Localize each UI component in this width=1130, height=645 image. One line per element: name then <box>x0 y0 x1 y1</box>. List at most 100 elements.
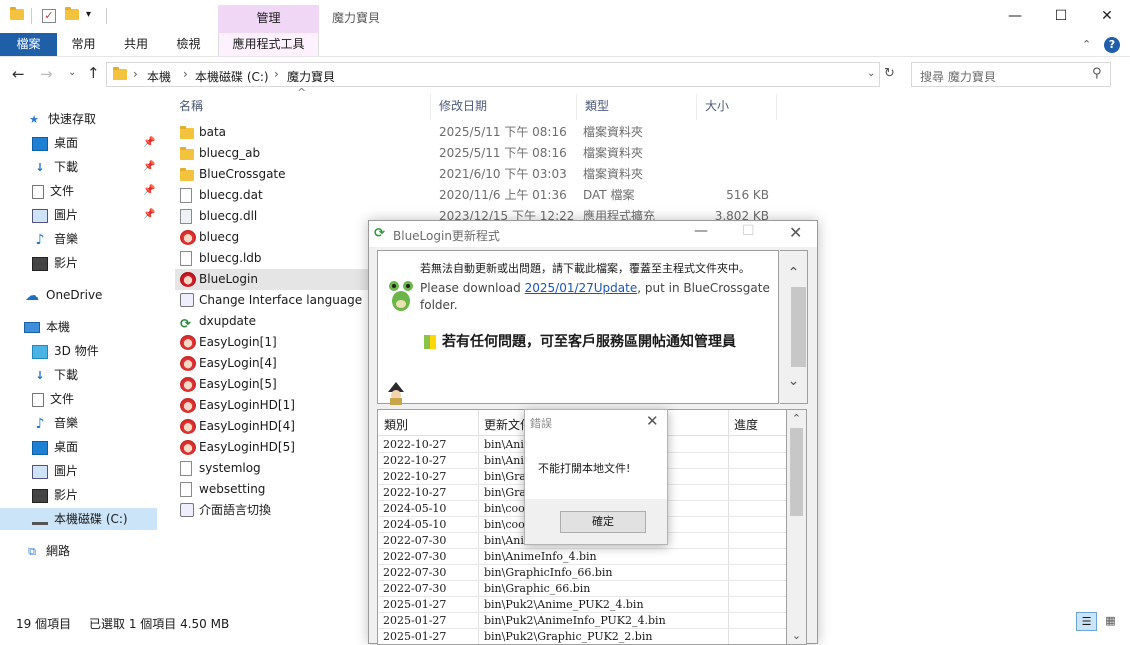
tab-app-tools[interactable]: 應用程式工具 <box>218 33 319 56</box>
row-file: bin\Puk2\AnimeInfo_PUK2_4.bin <box>484 614 666 627</box>
minimize-button[interactable]: — <box>694 223 708 239</box>
nav-quick-desktop[interactable]: 桌面 <box>32 132 78 154</box>
column-header-date[interactable]: 修改日期 <box>431 94 577 120</box>
maximize-button[interactable]: ☐ <box>1038 0 1084 32</box>
star-icon: ★ <box>29 112 39 126</box>
nav-videos[interactable]: 影片 <box>32 484 78 506</box>
nav-network[interactable]: ⧉ 網路 <box>24 540 70 562</box>
refresh-icon[interactable]: ↻ <box>884 66 895 81</box>
recent-chevron-icon[interactable]: ⌄ <box>68 67 76 78</box>
nav-desktop[interactable]: 桌面 <box>32 436 78 458</box>
table-scrollbar[interactable]: ⌃ ⌄ <box>787 409 807 645</box>
close-button[interactable]: ✕ <box>646 412 659 430</box>
tab-home[interactable]: 常用 <box>57 33 110 56</box>
close-button[interactable]: ✕ <box>1084 0 1130 32</box>
column-header-size[interactable]: 大小 <box>697 94 777 120</box>
tab-view[interactable]: 檢視 <box>162 33 215 56</box>
breadcrumb-this-pc[interactable]: 本機 <box>147 68 171 85</box>
breadcrumb-current-folder[interactable]: 魔力寶貝 <box>287 68 335 85</box>
tab-share[interactable]: 共用 <box>110 33 162 56</box>
new-folder-icon[interactable] <box>65 7 79 23</box>
nav-quick-access[interactable]: ★ 快速存取 <box>26 108 96 130</box>
column-header-name[interactable]: 名稱 <box>171 94 431 120</box>
breadcrumb-chevron-icon[interactable]: › <box>133 67 138 81</box>
column-header-type[interactable]: 類型 <box>577 94 697 120</box>
breadcrumb-chevron-icon[interactable]: › <box>274 67 279 81</box>
nav-quick-documents[interactable]: 文件 <box>32 180 74 202</box>
pin-icon[interactable]: 📌 <box>143 185 155 196</box>
tiles-view-icon[interactable]: ▦ <box>1100 612 1121 631</box>
scroll-thumb[interactable] <box>791 287 806 367</box>
nav-downloads[interactable]: ↓ 下載 <box>32 364 78 386</box>
ribbon-context-label: 管理 <box>218 5 319 33</box>
nav-onedrive[interactable]: ☁ OneDrive <box>24 284 102 306</box>
file-row[interactable]: BlueLogin <box>175 269 375 290</box>
bluelogin-icon <box>180 272 196 287</box>
nav-documents[interactable]: 文件 <box>32 388 74 410</box>
desktop-icon <box>32 136 48 151</box>
error-title: 錯誤 <box>530 417 552 430</box>
document-icon <box>32 184 44 199</box>
table-header-category[interactable]: 類別 <box>384 416 408 433</box>
file-name: websetting <box>199 482 266 496</box>
maximize-button[interactable]: ☐ <box>742 223 755 239</box>
folder-icon <box>180 146 196 161</box>
up-arrow-icon[interactable]: ↑ <box>87 64 100 82</box>
row-date: 2025-01-27 <box>383 598 447 611</box>
bluelogin-title-bar: ⟳ BlueLogin更新程式 — ☐ ✕ <box>369 221 817 247</box>
forward-arrow-icon[interactable]: → <box>40 65 53 83</box>
breadcrumb-local-disk[interactable]: 本機磁碟 (C:) <box>195 68 269 85</box>
scroll-down-icon[interactable]: ⌄ <box>787 629 806 642</box>
nav-this-pc[interactable]: 本機 <box>24 316 70 338</box>
desktop-icon <box>32 440 48 455</box>
details-view-icon[interactable]: ☰ <box>1076 612 1097 631</box>
game-icon <box>180 440 196 455</box>
scroll-thumb[interactable] <box>790 428 803 516</box>
breadcrumb-chevron-icon[interactable]: › <box>183 67 188 81</box>
separator <box>31 8 32 24</box>
table-header-progress[interactable]: 進度 <box>734 416 758 433</box>
pin-icon[interactable]: 📌 <box>143 209 155 220</box>
scroll-up-icon[interactable]: ⌃ <box>780 265 807 281</box>
file-row[interactable]: bluecg.dat 2020/11/6 上午 01:36 DAT 檔案 516 KB <box>175 185 769 206</box>
message-scrollbar[interactable]: ⌃ ⌄ <box>780 250 808 404</box>
properties-icon[interactable]: ✓ <box>42 9 56 23</box>
scroll-down-icon[interactable]: ⌄ <box>780 373 807 389</box>
scroll-up-icon[interactable]: ⌃ <box>787 412 806 425</box>
minimize-button[interactable]: — <box>992 0 1038 32</box>
window-title: 魔力寶貝 <box>332 11 381 25</box>
file-row[interactable]: bluecg_ab 2025/5/11 下午 08:16 檔案資料夾 <box>175 143 735 164</box>
nav-local-disk[interactable]: 本機磁碟 (C:) <box>0 508 157 530</box>
table-row: 2022-07-30 bin\AnimeInfo_4.bin <box>378 549 786 565</box>
settings-icon <box>180 503 196 518</box>
file-type: 檔案資料夾 <box>583 167 644 181</box>
row-date: 2025-01-27 <box>383 630 447 643</box>
nav-quick-videos[interactable]: 影片 <box>32 252 78 274</box>
ok-button[interactable]: 確定 <box>560 511 646 533</box>
pin-icon[interactable]: 📌 <box>143 161 155 172</box>
nav-pictures[interactable]: 圖片 <box>32 460 78 482</box>
file-name: systemlog <box>199 461 261 475</box>
cube-icon <box>32 344 48 359</box>
nav-3d-objects[interactable]: 3D 物件 <box>32 340 99 362</box>
help-icon[interactable]: ? <box>1104 37 1120 53</box>
search-input[interactable]: 搜尋 魔力寶貝 ⚲ <box>911 62 1111 87</box>
nav-quick-music[interactable]: ♪ 音樂 <box>32 228 78 250</box>
pin-icon[interactable]: 📌 <box>143 137 155 148</box>
nav-music[interactable]: ♪ 音樂 <box>32 412 78 434</box>
chevron-down-icon[interactable]: ▾ <box>86 9 100 23</box>
file-row[interactable]: bata 2025/5/11 下午 08:16 檔案資料夾 <box>175 122 735 143</box>
nav-quick-downloads[interactable]: ↓ 下載 <box>32 156 78 178</box>
file-row[interactable]: BlueCrossgate 2021/6/10 下午 03:03 檔案資料夾 <box>175 164 735 185</box>
download-link[interactable]: 2025/01/27Update <box>525 281 638 295</box>
row-date: 2024-05-10 <box>383 502 447 515</box>
back-arrow-icon[interactable]: ← <box>12 65 25 83</box>
close-button[interactable]: ✕ <box>789 223 802 242</box>
address-dropdown-icon[interactable]: ⌄ <box>867 68 875 79</box>
tab-file[interactable]: 檔案 <box>0 33 57 56</box>
nav-quick-pictures[interactable]: 圖片 <box>32 204 78 226</box>
address-bar[interactable]: › 本機 › 本機磁碟 (C:) › 魔力寶貝 ⌄ <box>106 62 880 87</box>
chevron-up-icon[interactable]: ⌃ <box>1082 38 1091 51</box>
file-name: EasyLoginHD[4] <box>199 419 295 433</box>
search-icon[interactable]: ⚲ <box>1092 66 1102 81</box>
